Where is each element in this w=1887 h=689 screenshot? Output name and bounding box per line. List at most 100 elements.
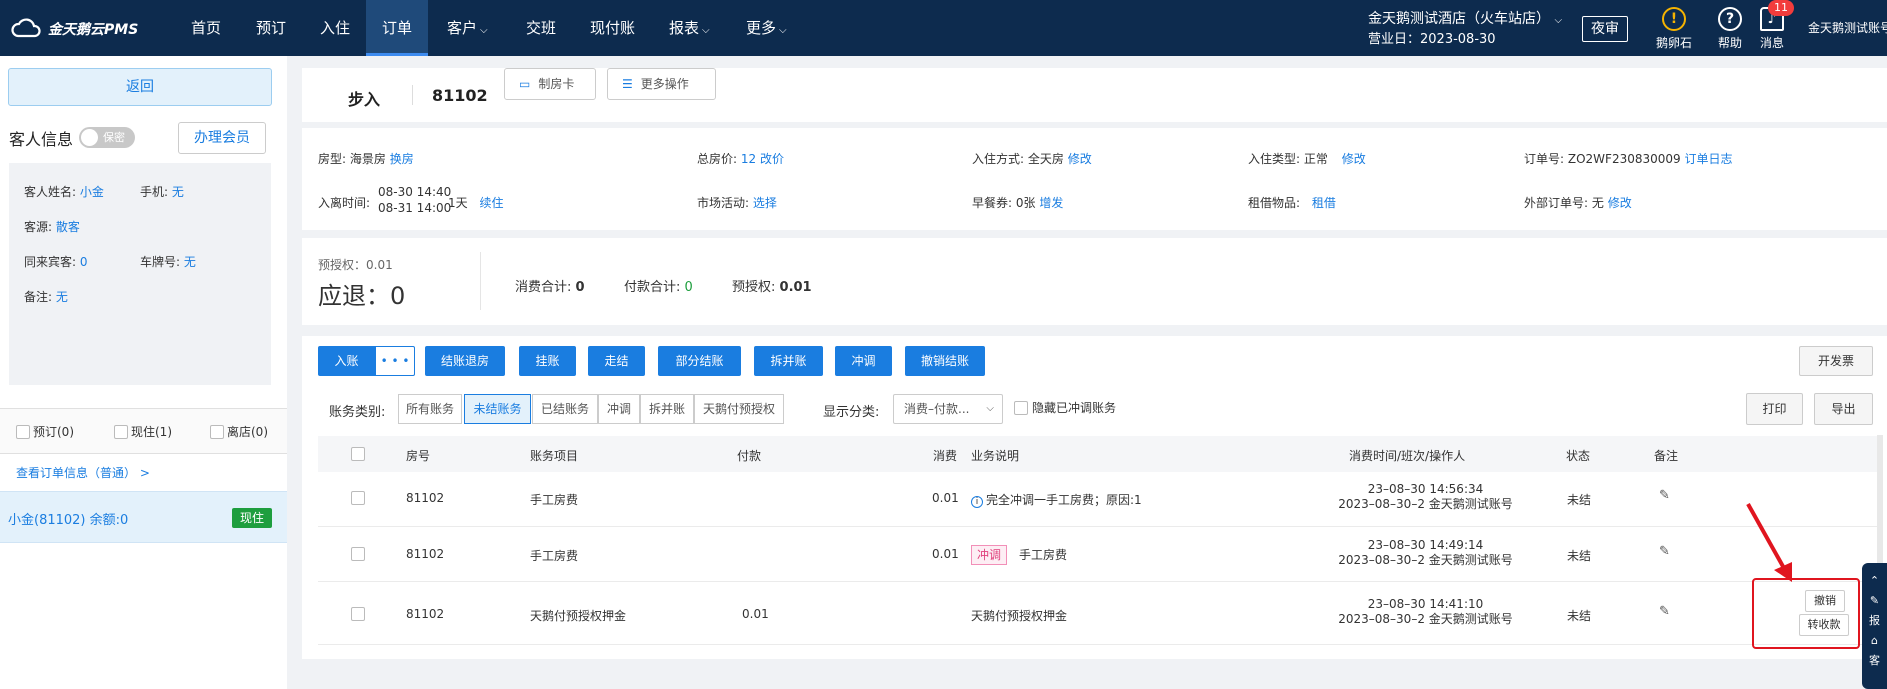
partial-settle-button[interactable]: 部分结账 bbox=[658, 346, 741, 376]
promo-select-link[interactable]: 选择 bbox=[753, 196, 777, 210]
nav-shift[interactable]: 交班 bbox=[526, 0, 556, 56]
split-merge-button[interactable]: 拆并账 bbox=[754, 346, 823, 376]
phone-link[interactable]: 无 bbox=[172, 185, 184, 199]
logo[interactable]: 金天鹅云PMS bbox=[10, 18, 138, 40]
chevron-down-icon: ⌵ bbox=[702, 25, 710, 36]
egg-stone-button[interactable]: ! 鹅卵石 bbox=[1652, 7, 1696, 51]
modify-external-link[interactable]: 修改 bbox=[1608, 196, 1632, 210]
row-payment: 0.01 bbox=[742, 607, 769, 621]
order-log-link[interactable]: 订单日志 bbox=[1684, 152, 1732, 166]
nav-booking[interactable]: 预订 bbox=[256, 0, 286, 56]
remark-field: 备注: 无 bbox=[24, 290, 68, 304]
checkbox[interactable] bbox=[114, 424, 128, 439]
external-order: 外部订单号: 无 修改 bbox=[1524, 196, 1632, 210]
night-audit-button[interactable]: 夜审 bbox=[1582, 16, 1628, 42]
source-link[interactable]: 散客 bbox=[56, 220, 80, 234]
print-button[interactable]: 打印 bbox=[1746, 393, 1803, 425]
extend-stay-link[interactable]: 续住 bbox=[479, 196, 503, 210]
table-row[interactable]: 81102 手工房费 0.01 冲调 手工房费 23–08–30 14:49:14… bbox=[318, 528, 1878, 582]
invoice-button[interactable]: 开发票 bbox=[1799, 346, 1873, 376]
cloud-logo-icon bbox=[11, 18, 41, 38]
undo-checkout-button[interactable]: 撤销结账 bbox=[905, 346, 985, 376]
seg-preauth[interactable]: 天鹅付预授权 bbox=[694, 394, 784, 424]
row-description: 冲调 手工房费 bbox=[971, 545, 1067, 565]
hang-account-button[interactable]: 挂账 bbox=[519, 346, 576, 376]
market-promo: 市场活动: 选择 bbox=[697, 196, 777, 210]
row-item: 手工房费 bbox=[530, 549, 579, 563]
companions-link[interactable]: 0 bbox=[80, 255, 88, 269]
row-consume: 0.01 bbox=[932, 547, 959, 561]
select-all-checkbox[interactable] bbox=[351, 447, 365, 461]
change-price-link[interactable]: 改价 bbox=[760, 152, 784, 166]
side-toolbar[interactable]: ⌃ ✎ 报 ⌂ 客 bbox=[1862, 563, 1887, 689]
checkbox[interactable] bbox=[1014, 400, 1028, 415]
selected-guest-row[interactable]: 小金(81102) 余额:0 现住 bbox=[0, 491, 287, 543]
help-button[interactable]: ? 帮助 bbox=[1708, 7, 1752, 51]
breakfast-add-link[interactable]: 增发 bbox=[1039, 196, 1063, 210]
hotel-selector[interactable]: 金天鹅测试酒店（火车站店） ⌵ 营业日：2023-08-30 bbox=[1368, 10, 1562, 49]
side-tab-report[interactable]: 报 bbox=[1862, 611, 1887, 631]
chevron-down-icon: ⌵ bbox=[779, 25, 787, 36]
modify-checkin-method-link[interactable]: 修改 bbox=[1068, 152, 1092, 166]
view-order-info-link[interactable]: 查看订单信息（普通） > bbox=[16, 464, 150, 481]
checkbox[interactable] bbox=[16, 424, 30, 439]
row-checkbox[interactable] bbox=[351, 607, 365, 621]
export-button[interactable]: 导出 bbox=[1814, 393, 1873, 425]
edit-remark-icon[interactable]: ✎ bbox=[1659, 544, 1670, 559]
change-room-link[interactable]: 换房 bbox=[390, 152, 414, 166]
remark-link[interactable]: 无 bbox=[56, 290, 68, 304]
side-tab-guest[interactable]: 客 bbox=[1862, 651, 1887, 671]
adjust-button[interactable]: 冲调 bbox=[835, 346, 892, 376]
nav-reports[interactable]: 报表 ⌵ bbox=[669, 0, 710, 56]
selected-guest-text: 小金(81102) 余额:0 bbox=[8, 513, 129, 528]
hide-adjusted-toggle[interactable]: 隐藏已冲调账务 bbox=[1014, 399, 1116, 416]
row-description[interactable]: i 完全冲调一手工房费；原因:1 bbox=[971, 491, 1142, 508]
divider bbox=[480, 252, 481, 310]
plate-link[interactable]: 无 bbox=[184, 255, 196, 269]
row-room: 81102 bbox=[406, 607, 445, 621]
row-checkbox[interactable] bbox=[351, 547, 365, 561]
table-row[interactable]: 81102 手工房费 0.01 i 完全冲调一手工房费；原因:1 23–08–30… bbox=[318, 472, 1878, 527]
rental-link[interactable]: 租借 bbox=[1312, 196, 1336, 210]
edit-remark-icon[interactable]: ✎ bbox=[1659, 604, 1670, 619]
seg-closed[interactable]: 已结账务 bbox=[532, 394, 598, 424]
seg-adjust[interactable]: 冲调 bbox=[598, 394, 640, 424]
checkin-type: 入住类型: 正常 修改 bbox=[1248, 152, 1366, 166]
member-button[interactable]: 办理会员 bbox=[178, 122, 266, 154]
user-menu[interactable]: 金天鹅测试账号 bbox=[1808, 19, 1887, 36]
display-select[interactable]: 消费–付款... ⌵ bbox=[893, 394, 1003, 424]
more-ops-button[interactable]: ☰ 更多操作 bbox=[607, 68, 716, 100]
filter-current[interactable]: 现住(1) bbox=[114, 423, 172, 440]
warning-icon: ! bbox=[1662, 7, 1686, 31]
top-nav: 金天鹅云PMS 首页 预订 入住 订单 客户 ⌵ 交班 现付账 报表 ⌵ 更多 ⌵ 金… bbox=[0, 0, 1887, 56]
walk-settle-button[interactable]: 走结 bbox=[588, 346, 645, 376]
highlight-box bbox=[1752, 578, 1860, 649]
filter-left[interactable]: 离店(0) bbox=[210, 423, 268, 440]
nav-cash-account[interactable]: 现付账 bbox=[590, 0, 635, 56]
seg-open[interactable]: 未结账务 bbox=[464, 394, 531, 424]
nav-orders[interactable]: 订单 bbox=[366, 0, 428, 56]
category-label: 账务类别: bbox=[329, 405, 386, 420]
row-consume: 0.01 bbox=[932, 491, 959, 505]
more-post-options-button[interactable]: • • • bbox=[375, 346, 415, 376]
edit-remark-icon[interactable]: ✎ bbox=[1659, 488, 1670, 503]
checkbox[interactable] bbox=[210, 424, 224, 439]
make-card-button[interactable]: ▭ 制房卡 bbox=[504, 68, 596, 100]
checkout-button[interactable]: 结账退房 bbox=[425, 346, 505, 376]
filter-booked[interactable]: 预订(0) bbox=[16, 423, 74, 440]
nav-customers[interactable]: 客户 ⌵ bbox=[447, 0, 488, 56]
row-checkbox[interactable] bbox=[351, 491, 365, 505]
seg-split[interactable]: 拆并账 bbox=[640, 394, 694, 424]
back-button[interactable]: 返回 bbox=[8, 68, 272, 106]
post-entry-button[interactable]: 入账 bbox=[318, 346, 375, 376]
card-icon: ▭ bbox=[519, 77, 531, 91]
nav-checkin[interactable]: 入住 bbox=[320, 0, 350, 56]
table-row[interactable]: 81102 天鹅付预授权押金 0.01 天鹅付预授权押金 23–08–30 14… bbox=[318, 583, 1878, 645]
seg-all[interactable]: 所有账务 bbox=[398, 394, 462, 424]
modify-checkin-type-link[interactable]: 修改 bbox=[1342, 152, 1366, 166]
nav-more[interactable]: 更多 ⌵ bbox=[746, 0, 787, 56]
total-price-value[interactable]: 12 bbox=[741, 152, 756, 166]
privacy-toggle[interactable]: 保密 bbox=[79, 127, 135, 148]
guest-name-link[interactable]: 小金 bbox=[80, 185, 104, 199]
nav-home[interactable]: 首页 bbox=[191, 0, 221, 56]
